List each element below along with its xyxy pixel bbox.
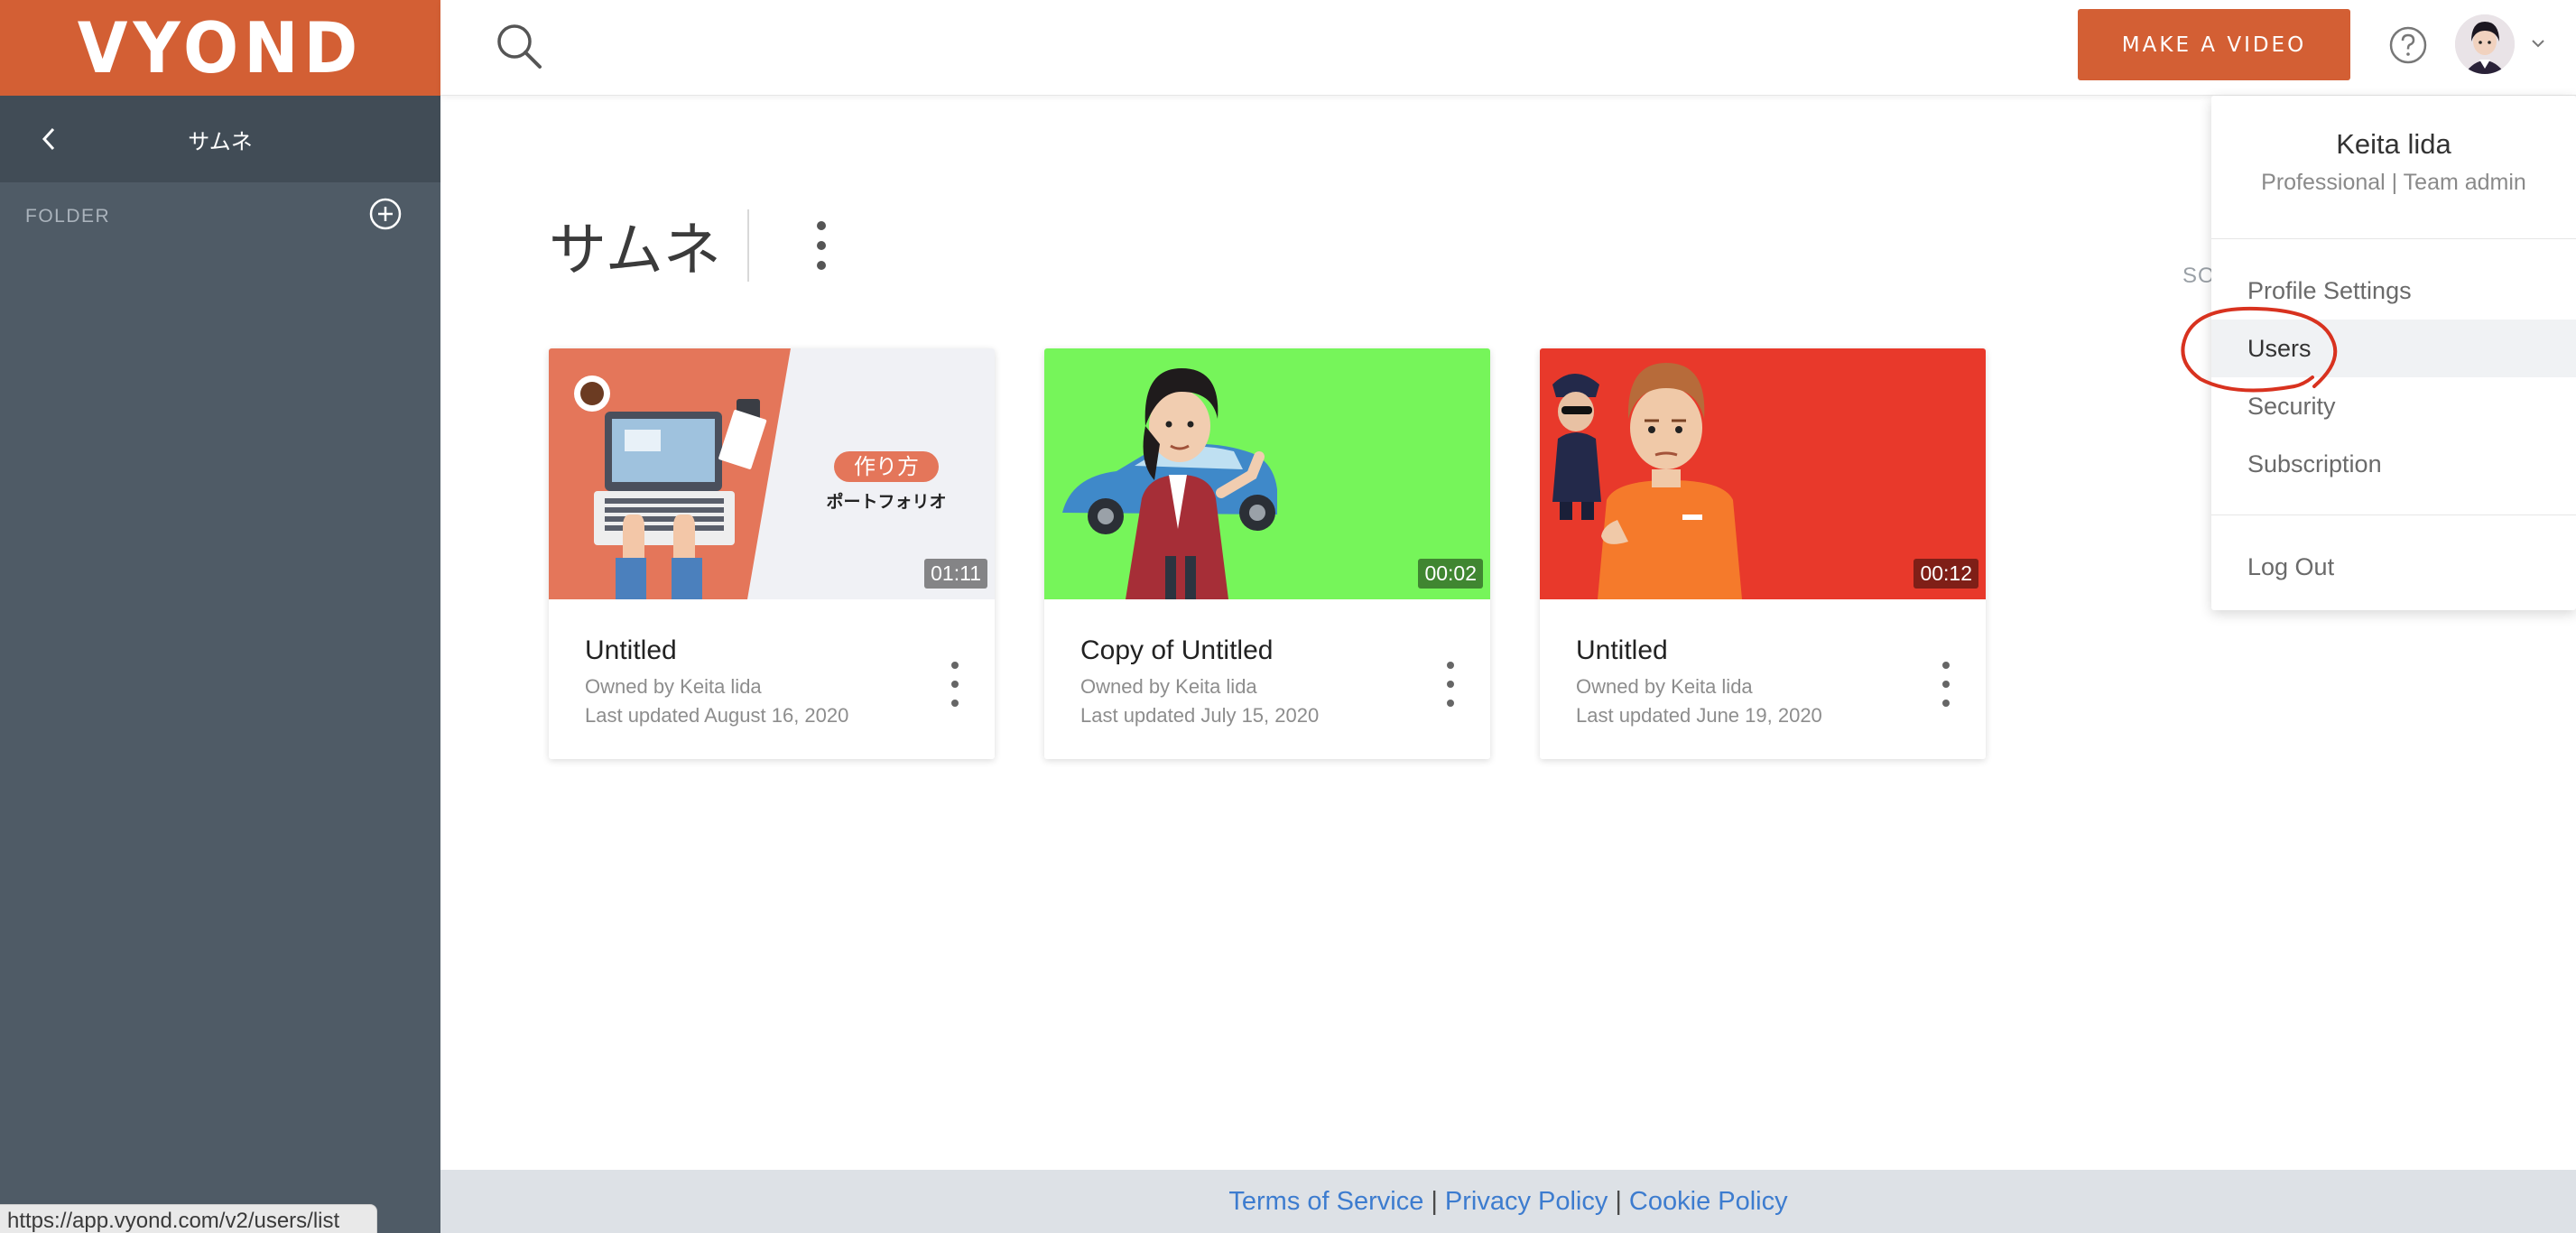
avatar[interactable] <box>2455 14 2515 74</box>
video-card[interactable]: 00:02 Copy of Untitled Owned by Keita li… <box>1044 348 1490 759</box>
make-a-video-button[interactable]: MAKE A VIDEO <box>2078 9 2350 80</box>
video-updated: Last updated July 15, 2020 <box>1080 704 1320 727</box>
chevron-down-icon[interactable] <box>2529 34 2547 52</box>
privacy-policy-link[interactable]: Privacy Policy <box>1445 1187 1608 1217</box>
more-vertical-icon[interactable] <box>1939 657 1953 711</box>
cookie-policy-link[interactable]: Cookie Policy <box>1629 1187 1788 1217</box>
video-card[interactable]: 作り方 ポートフォリオ 01:11 Untitled Owned by Keit… <box>549 348 995 759</box>
menu-item-users[interactable]: Users <box>2211 320 2576 377</box>
video-updated: Last updated June 19, 2020 <box>1576 704 1822 727</box>
folder-section-label: FOLDER <box>25 206 111 227</box>
back-chevron-icon[interactable] <box>32 123 65 155</box>
thumb-caption-2: ポートフォリオ <box>826 491 946 512</box>
sidebar: VYOND サムネ FOLDER https://app.vyond.com/v… <box>0 0 440 1233</box>
brand-header[interactable]: VYOND <box>0 0 440 96</box>
page-title: サムネ <box>549 218 721 283</box>
menu-item-subscription[interactable]: Subscription <box>2211 435 2576 493</box>
add-circle-icon[interactable] <box>368 197 403 231</box>
duration-badge: 01:11 <box>924 559 987 589</box>
thumb-caption-1: 作り方 <box>854 454 919 479</box>
vyond-logo: VYOND <box>77 6 364 89</box>
sidebar-folder-title: サムネ <box>188 129 253 154</box>
video-owner: Owned by Keita lida <box>1576 675 1753 698</box>
terms-of-service-link[interactable]: Terms of Service <box>1228 1187 1423 1217</box>
user-role: Professional | Team admin <box>2261 170 2526 195</box>
more-vertical-icon[interactable] <box>1443 657 1458 711</box>
video-owner: Owned by Keita lida <box>1080 675 1257 698</box>
help-icon[interactable] <box>2388 25 2428 65</box>
more-vertical-icon[interactable] <box>811 217 832 274</box>
user-name: Keita lida <box>2336 128 2451 160</box>
duration-badge: 00:02 <box>1418 559 1483 589</box>
folder-header: サムネ <box>0 96 440 182</box>
status-bar-url: https://app.vyond.com/v2/users/list <box>0 1204 377 1233</box>
menu-divider <box>2211 238 2576 239</box>
title-divider <box>747 209 749 282</box>
search-icon[interactable] <box>495 22 545 72</box>
video-title[interactable]: Untitled <box>585 635 677 666</box>
video-title[interactable]: Copy of Untitled <box>1080 635 1273 666</box>
more-vertical-icon[interactable] <box>948 657 962 711</box>
menu-item-profile-settings[interactable]: Profile Settings <box>2211 262 2576 320</box>
menu-item-log-out[interactable]: Log Out <box>2211 538 2576 596</box>
user-menu-dropdown: Keita lida Professional | Team admin Pro… <box>2211 96 2576 610</box>
footer-separator: | <box>1615 1186 1622 1216</box>
video-owner: Owned by Keita lida <box>585 675 762 698</box>
video-thumbnail[interactable]: 作り方 ポートフォリオ 01:11 <box>549 348 995 599</box>
video-thumbnail[interactable]: 00:02 <box>1044 348 1490 599</box>
video-updated: Last updated August 16, 2020 <box>585 704 849 727</box>
video-card[interactable]: 00:12 Untitled Owned by Keita lida Last … <box>1540 348 1986 759</box>
duration-badge: 00:12 <box>1913 559 1978 589</box>
menu-item-security[interactable]: Security <box>2211 377 2576 435</box>
video-thumbnail[interactable]: 00:12 <box>1540 348 1986 599</box>
top-bar: MAKE A VIDEO <box>440 0 2576 96</box>
footer: Terms of Service | Privacy Policy | Cook… <box>440 1170 2576 1233</box>
video-title[interactable]: Untitled <box>1576 635 1668 666</box>
footer-separator: | <box>1431 1186 1438 1216</box>
